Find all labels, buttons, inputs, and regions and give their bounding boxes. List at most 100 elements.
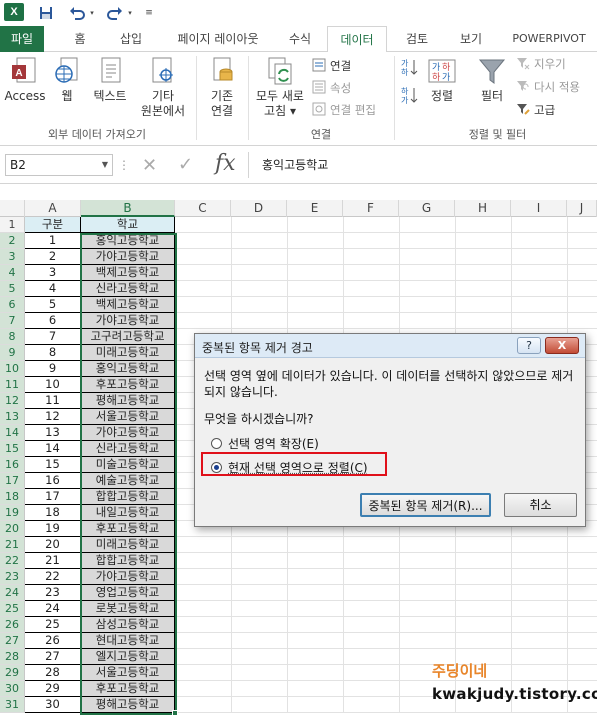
row-header[interactable]: 20 (0, 521, 25, 537)
row-header[interactable]: 19 (0, 505, 25, 521)
row-header[interactable]: 23 (0, 569, 25, 585)
cell-a[interactable]: 3 (25, 265, 81, 281)
cell-b[interactable]: 미술고등학교 (81, 457, 175, 473)
properties-button[interactable]: 속성 (312, 78, 351, 98)
cell-a[interactable]: 1 (25, 233, 81, 249)
column-header-h[interactable]: H (455, 200, 511, 217)
cancel-button[interactable]: 취소 (504, 493, 577, 517)
cell-b[interactable]: 엘지고등학교 (81, 649, 175, 665)
cell-b[interactable]: 신라고등학교 (81, 441, 175, 457)
select-all-corner[interactable] (0, 200, 25, 217)
cell-b[interactable]: 백제고등학교 (81, 297, 175, 313)
cell-a[interactable]: 19 (25, 521, 81, 537)
tab-powerpivot[interactable]: POWERPIVOT (506, 26, 592, 52)
cell-b[interactable]: 고구려고등학교 (81, 329, 175, 345)
close-button[interactable]: X (545, 337, 579, 354)
row-header[interactable]: 1 (0, 217, 25, 233)
cell-b[interactable]: 후포고등학교 (81, 521, 175, 537)
cell-a[interactable]: 28 (25, 665, 81, 681)
column-header-b[interactable]: B (81, 200, 175, 217)
row-header[interactable]: 16 (0, 457, 25, 473)
refresh-all-button[interactable]: 모두 새로 고침 ▾ (252, 56, 308, 119)
access-button[interactable]: A Access (4, 56, 46, 104)
row-header[interactable]: 3 (0, 249, 25, 265)
row-header[interactable]: 2 (0, 233, 25, 249)
redo-dropdown-icon[interactable]: ▾ (126, 3, 134, 23)
cancel-entry-icon[interactable]: ✕ (142, 155, 157, 176)
row-header[interactable]: 28 (0, 649, 25, 665)
remove-duplicates-button[interactable]: 중복된 항목 제거(R)... (360, 493, 491, 517)
tab-home[interactable]: 홈 (66, 26, 94, 52)
redo-icon[interactable] (106, 3, 124, 23)
row-header[interactable]: 26 (0, 617, 25, 633)
cell-b[interactable]: 서울고등학교 (81, 409, 175, 425)
row-header[interactable]: 22 (0, 553, 25, 569)
cell-b[interactable]: 후포고등학교 (81, 681, 175, 697)
enter-check-icon[interactable]: ✓ (178, 154, 193, 175)
filter-button[interactable]: 필터 (470, 56, 514, 104)
cell-a[interactable]: 26 (25, 633, 81, 649)
sort-descending-button[interactable]: 하가 (398, 86, 420, 107)
formula-input[interactable]: 홍익고등학교 (262, 156, 328, 173)
cell-a[interactable]: 29 (25, 681, 81, 697)
column-header-d[interactable]: D (231, 200, 287, 217)
cell-b[interactable]: 영업고등학교 (81, 585, 175, 601)
row-header[interactable]: 17 (0, 473, 25, 489)
cell-a[interactable]: 15 (25, 457, 81, 473)
cell-b[interactable]: 서울고등학교 (81, 665, 175, 681)
cell-b[interactable]: 예술고등학교 (81, 473, 175, 489)
row-header[interactable]: 21 (0, 537, 25, 553)
cell-a[interactable]: 12 (25, 409, 81, 425)
cell-b[interactable]: 현대고등학교 (81, 633, 175, 649)
undo-dropdown-icon[interactable]: ▾ (88, 3, 96, 23)
cell-a[interactable]: 9 (25, 361, 81, 377)
cell-a[interactable]: 20 (25, 537, 81, 553)
row-header[interactable]: 13 (0, 409, 25, 425)
cell-a[interactable]: 27 (25, 649, 81, 665)
insert-function-icon[interactable]: fx (215, 151, 236, 176)
sort-button[interactable]: 가하하가 정렬 (424, 56, 460, 104)
cell-a[interactable]: 30 (25, 697, 81, 713)
tab-page-layout[interactable]: 페이지 레이아웃 (168, 26, 268, 52)
cell-a[interactable]: 6 (25, 313, 81, 329)
cell-a[interactable]: 18 (25, 505, 81, 521)
column-header-j[interactable]: J (567, 200, 597, 217)
column-header-a[interactable]: A (25, 200, 81, 217)
cell-header-gubun[interactable]: 구분 (25, 217, 81, 233)
row-header[interactable]: 27 (0, 633, 25, 649)
cell-a[interactable]: 25 (25, 617, 81, 633)
cell-a[interactable]: 23 (25, 585, 81, 601)
column-header-c[interactable]: C (175, 200, 231, 217)
name-box[interactable]: B2 ▼ (5, 154, 113, 176)
name-box-dropdown-icon[interactable]: ▼ (102, 155, 108, 175)
clear-filter-button[interactable]: 지우기 (516, 54, 566, 74)
cell-b[interactable]: 내일고등학교 (81, 505, 175, 521)
row-header[interactable]: 31 (0, 697, 25, 713)
cell-b[interactable]: 평해고등학교 (81, 393, 175, 409)
customize-toolbar-icon[interactable]: ≡ (144, 3, 154, 23)
save-icon[interactable] (38, 3, 54, 23)
cell-b[interactable]: 합합고등학교 (81, 553, 175, 569)
cell-a[interactable]: 13 (25, 425, 81, 441)
cell-b[interactable]: 홍익고등학교 (81, 361, 175, 377)
cell-a[interactable]: 10 (25, 377, 81, 393)
cell-b[interactable]: 가야고등학교 (81, 249, 175, 265)
row-header[interactable]: 8 (0, 329, 25, 345)
tab-file[interactable]: 파일 (0, 26, 44, 52)
cell-b[interactable]: 가야고등학교 (81, 313, 175, 329)
row-header[interactable]: 30 (0, 681, 25, 697)
edit-links-button[interactable]: 연결 편집 (312, 100, 376, 120)
cell-a[interactable]: 17 (25, 489, 81, 505)
cell-a[interactable]: 11 (25, 393, 81, 409)
existing-connections-button[interactable]: 기존 연결 (200, 56, 244, 119)
column-header-f[interactable]: F (343, 200, 399, 217)
advanced-filter-button[interactable]: 고급 (516, 100, 555, 120)
cell-a[interactable]: 4 (25, 281, 81, 297)
cell-a[interactable]: 22 (25, 569, 81, 585)
row-header[interactable]: 10 (0, 361, 25, 377)
tab-view[interactable]: 보기 (456, 26, 486, 52)
row-header[interactable]: 4 (0, 265, 25, 281)
row-header[interactable]: 7 (0, 313, 25, 329)
help-button[interactable]: ? (517, 337, 541, 354)
web-button[interactable]: 웹 (50, 56, 84, 104)
